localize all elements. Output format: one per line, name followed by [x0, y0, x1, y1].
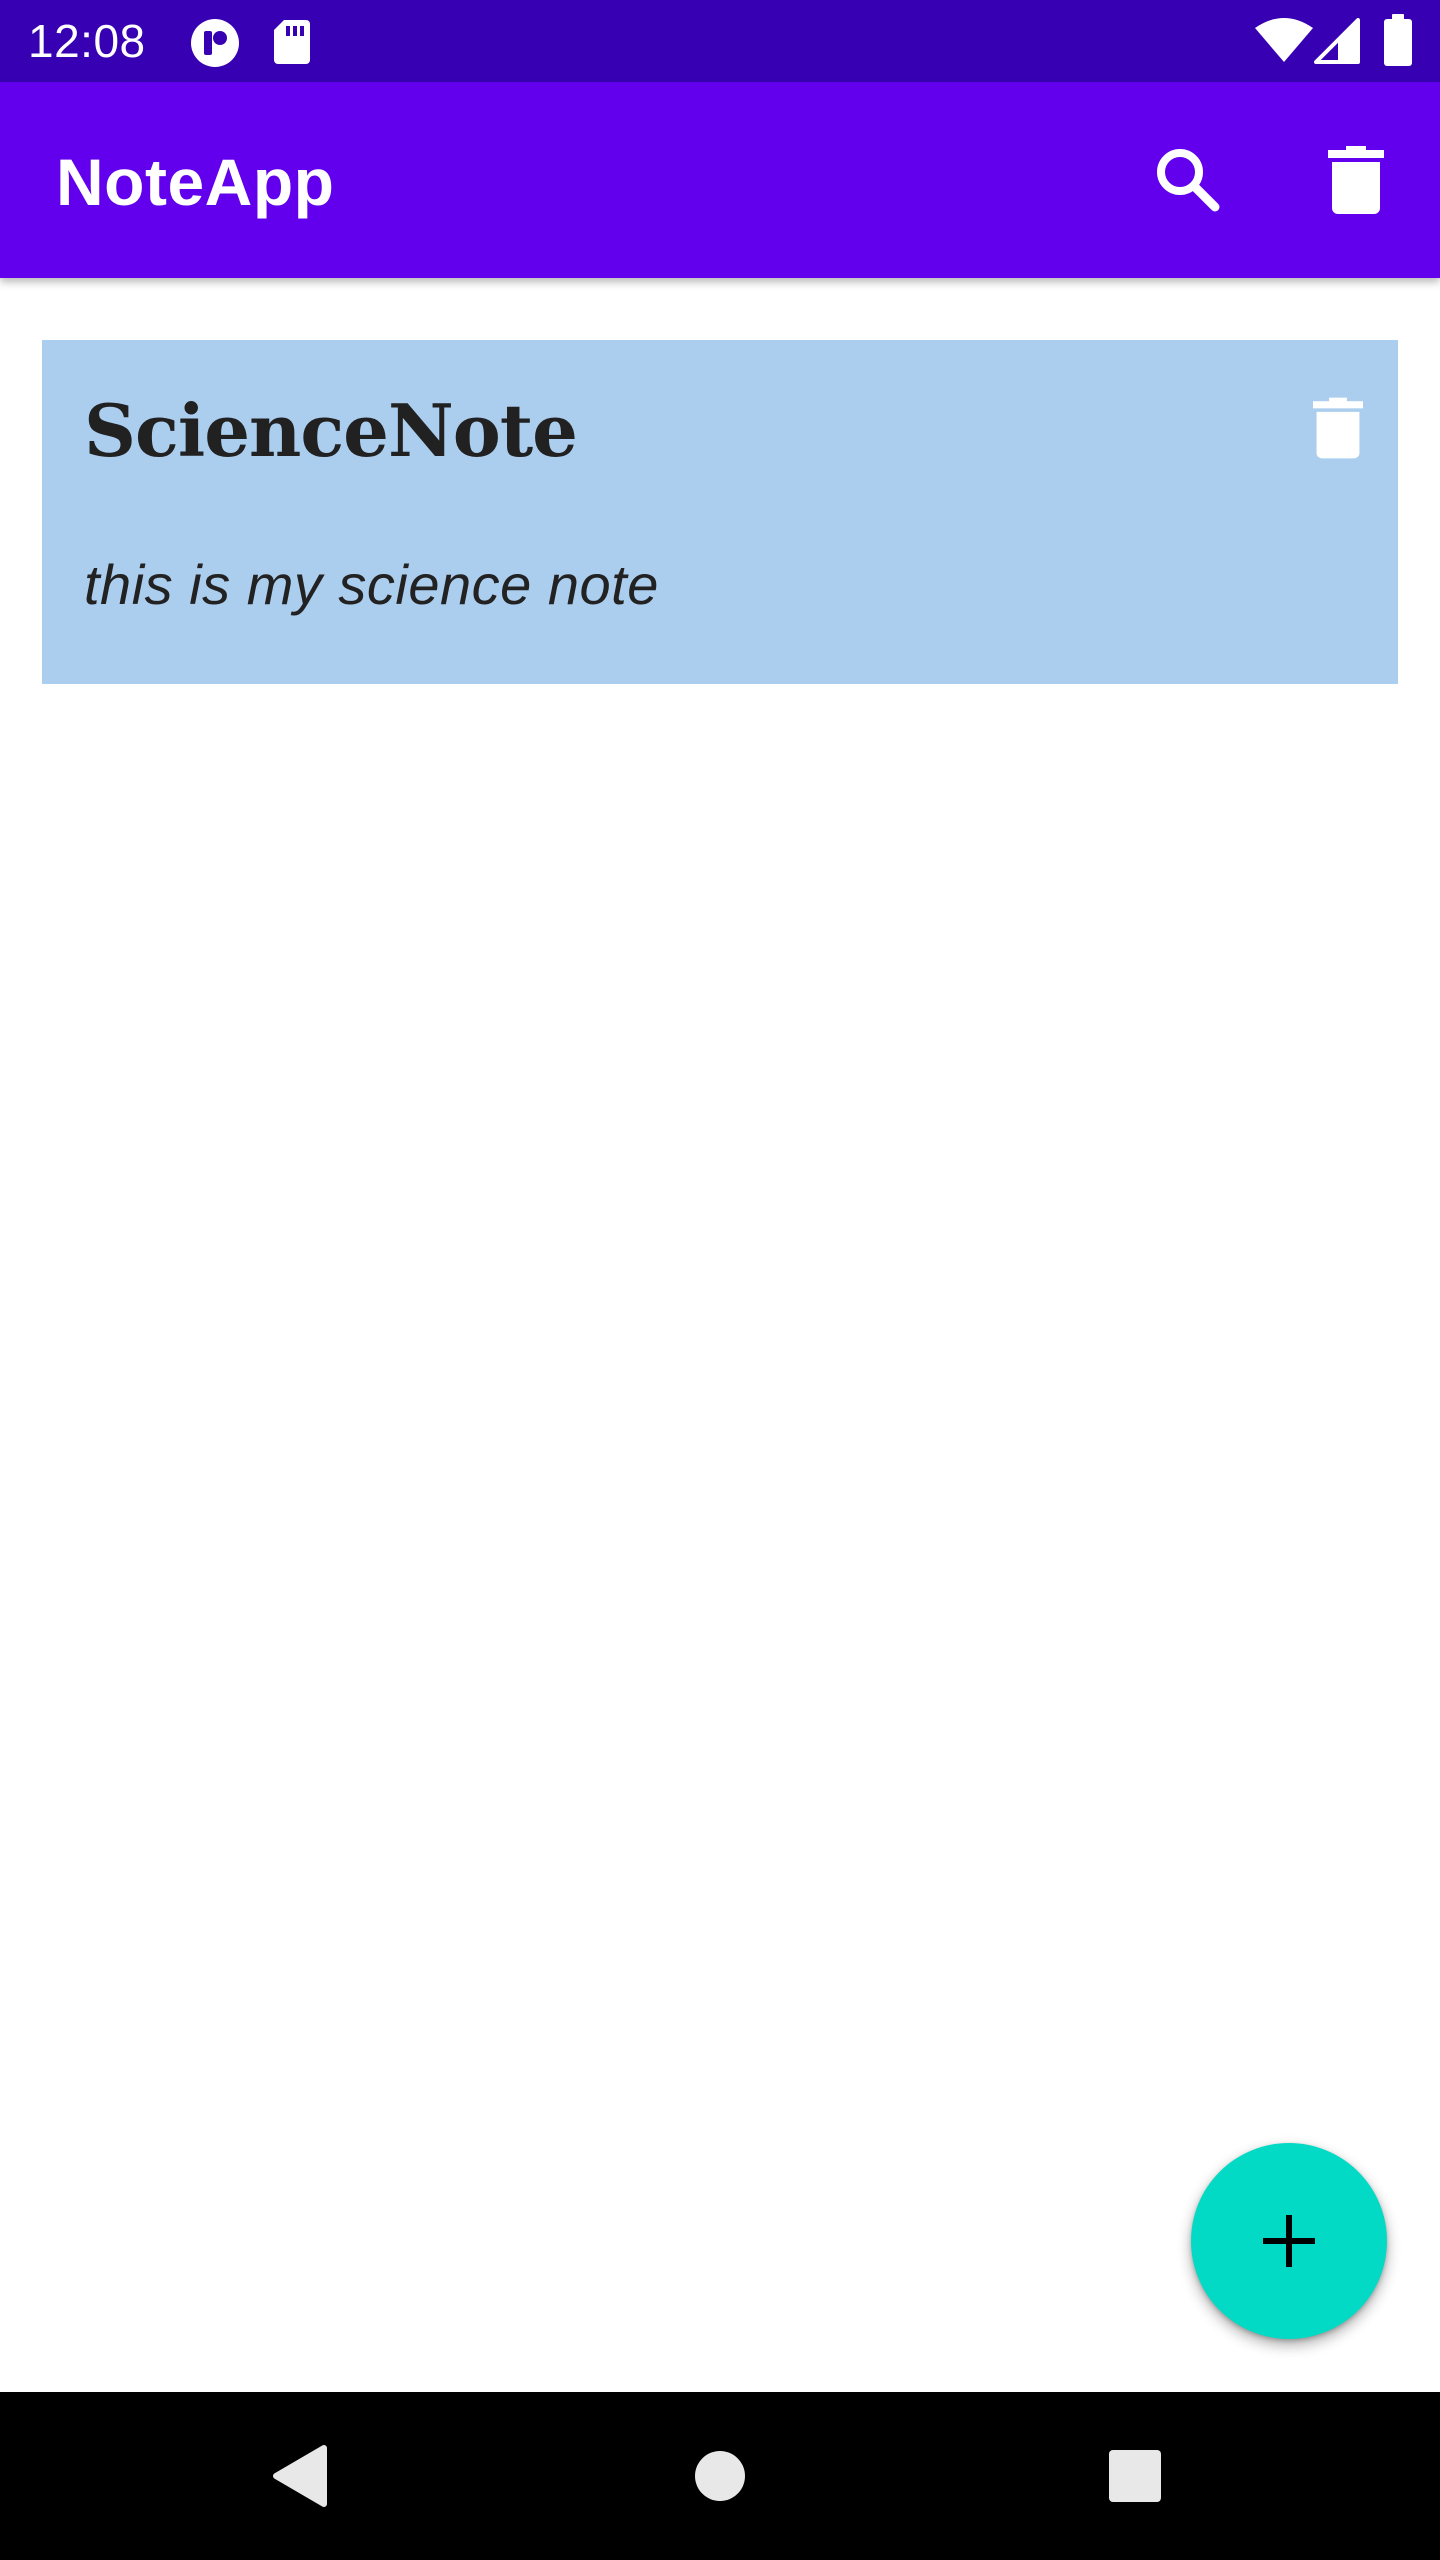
status-bar: 12:08	[0, 0, 1440, 82]
delete-icon	[1328, 146, 1384, 214]
delete-all-button[interactable]	[1296, 120, 1416, 240]
search-button[interactable]	[1128, 120, 1248, 240]
note-card[interactable]: ScienceNote this is my science note	[42, 340, 1398, 684]
add-note-button[interactable]	[1191, 2143, 1387, 2339]
wifi-icon	[1255, 18, 1313, 62]
navigation-bar	[0, 2392, 1440, 2560]
home-icon	[695, 2451, 745, 2501]
note-delete-button[interactable]	[1278, 378, 1398, 478]
home-button[interactable]	[650, 2406, 790, 2546]
recents-icon	[1109, 2450, 1161, 2502]
note-title: ScienceNote	[84, 388, 578, 473]
search-icon	[1157, 149, 1220, 212]
app-notification-icon	[191, 19, 239, 67]
delete-icon	[1313, 397, 1363, 459]
battery-icon	[1384, 14, 1412, 66]
back-button[interactable]	[230, 2406, 370, 2546]
notes-list: ScienceNote this is my science note	[0, 278, 1440, 2392]
plus-icon	[1263, 2215, 1315, 2267]
screen: 12:08 NoteApp ScienceNote this is my sci…	[0, 0, 1440, 2560]
back-icon	[273, 2445, 327, 2507]
recents-button[interactable]	[1065, 2406, 1205, 2546]
app-title: NoteApp	[56, 145, 335, 219]
cell-signal-icon	[1314, 18, 1360, 64]
app-bar: NoteApp	[0, 82, 1440, 278]
note-body: this is my science note	[84, 553, 659, 616]
sd-card-icon	[274, 20, 310, 64]
status-time: 12:08	[28, 15, 146, 67]
